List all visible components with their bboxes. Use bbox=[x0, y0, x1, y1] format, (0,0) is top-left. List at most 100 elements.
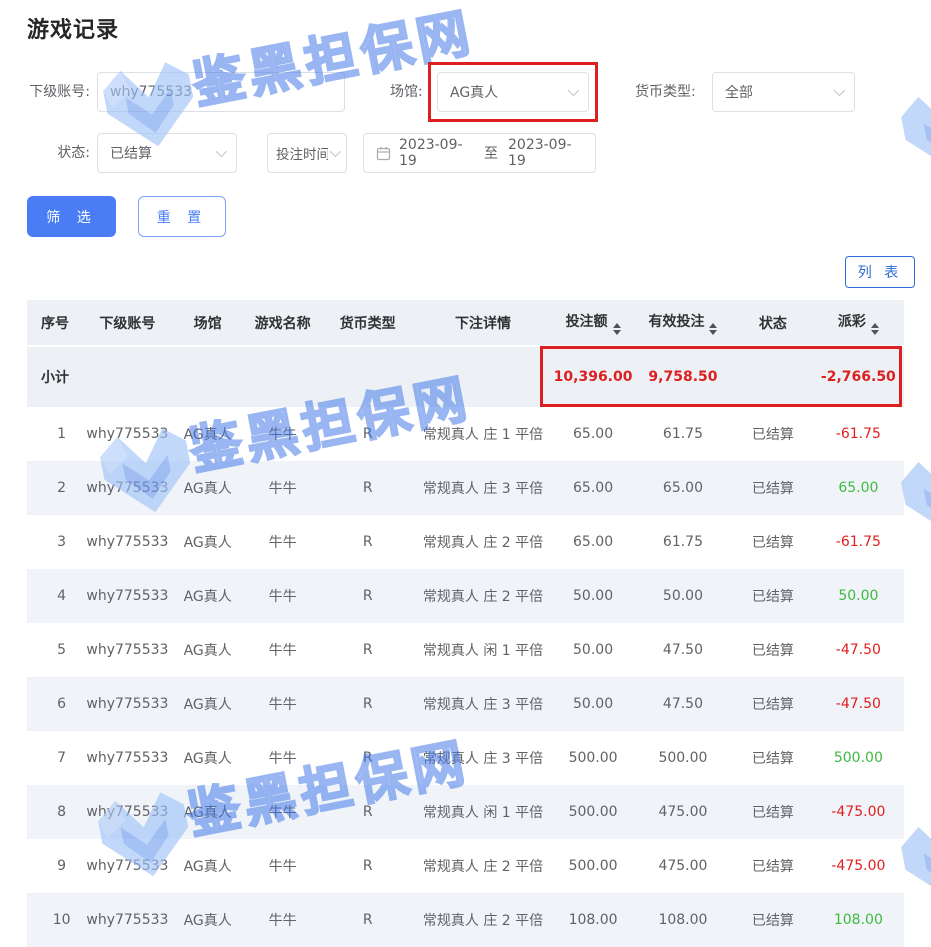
cell-account: why775533 bbox=[82, 569, 172, 623]
subtotal-payout: -2,766.50 bbox=[813, 345, 904, 407]
subtotal-row: 小计 10,396.00 9,758.50 -2,766.50 bbox=[27, 345, 904, 407]
currency-select[interactable]: 全部 bbox=[712, 72, 855, 112]
header-currency: 货币类型 bbox=[323, 300, 413, 345]
cell-detail: 常规真人 闲 1 平倍 bbox=[413, 623, 553, 677]
time-type-value: 投注时间 bbox=[276, 143, 328, 163]
date-to[interactable]: 2023-09-19 bbox=[508, 137, 583, 169]
cell-valid: 61.75 bbox=[633, 407, 733, 461]
cell-account: why775533 bbox=[82, 677, 172, 731]
chevron-down-icon bbox=[330, 146, 341, 157]
cell-currency: R bbox=[323, 839, 413, 893]
cell-valid: 108.00 bbox=[633, 893, 733, 947]
watermark-logo-icon bbox=[883, 68, 931, 191]
cell-payout: 65.00 bbox=[813, 461, 904, 515]
list-view-button[interactable]: 列 表 bbox=[845, 256, 915, 288]
cell-currency: R bbox=[323, 785, 413, 839]
table-row: 1 why775533 AG真人 牛牛 R 常规真人 庄 1 平倍 65.00 … bbox=[27, 407, 904, 461]
cell-account: why775533 bbox=[82, 461, 172, 515]
cell-seq: 4 bbox=[27, 569, 82, 623]
cell-detail: 常规真人 庄 3 平倍 bbox=[413, 731, 553, 785]
cell-account: why775533 bbox=[82, 785, 172, 839]
cell-detail: 常规真人 闲 1 平倍 bbox=[413, 785, 553, 839]
chevron-down-icon bbox=[834, 85, 845, 96]
header-valid[interactable]: 有效投注 bbox=[633, 300, 733, 345]
cell-status: 已结算 bbox=[733, 893, 813, 947]
cell-game: 牛牛 bbox=[243, 623, 323, 677]
account-input[interactable]: why775533 bbox=[97, 72, 345, 112]
cell-venue: AG真人 bbox=[173, 407, 243, 461]
cell-detail: 常规真人 庄 2 平倍 bbox=[413, 515, 553, 569]
cell-detail: 常规真人 庄 3 平倍 bbox=[413, 461, 553, 515]
cell-payout: -61.75 bbox=[813, 515, 904, 569]
sort-icon[interactable] bbox=[709, 323, 717, 335]
calendar-icon bbox=[376, 146, 391, 161]
cell-currency: R bbox=[323, 569, 413, 623]
cell-valid: 61.75 bbox=[633, 515, 733, 569]
cell-venue: AG真人 bbox=[173, 569, 243, 623]
cell-bet: 500.00 bbox=[553, 839, 633, 893]
cell-seq: 5 bbox=[27, 623, 82, 677]
time-type-select[interactable]: 投注时间 bbox=[267, 133, 347, 173]
table-row: 10 why775533 AG真人 牛牛 R 常规真人 庄 2 平倍 108.0… bbox=[27, 893, 904, 947]
header-venue: 场馆 bbox=[173, 300, 243, 345]
cell-valid: 500.00 bbox=[633, 731, 733, 785]
cell-seq: 9 bbox=[27, 839, 82, 893]
header-account: 下级账号 bbox=[82, 300, 172, 345]
records-table: 序号 下级账号 场馆 游戏名称 货币类型 下注详情 投注额 有效投注 状态 派彩… bbox=[27, 300, 904, 947]
cell-currency: R bbox=[323, 407, 413, 461]
cell-status: 已结算 bbox=[733, 839, 813, 893]
sort-icon[interactable] bbox=[871, 323, 879, 335]
cell-venue: AG真人 bbox=[173, 623, 243, 677]
currency-value: 全部 bbox=[725, 82, 828, 102]
cell-currency: R bbox=[323, 515, 413, 569]
header-bet[interactable]: 投注额 bbox=[553, 300, 633, 345]
subtotal-label: 小计 bbox=[27, 345, 553, 407]
cell-currency: R bbox=[323, 893, 413, 947]
cell-bet: 500.00 bbox=[553, 785, 633, 839]
header-payout[interactable]: 派彩 bbox=[813, 300, 904, 345]
date-range-picker[interactable]: 2023-09-19 至 2023-09-19 bbox=[363, 133, 596, 173]
cell-valid: 475.00 bbox=[633, 839, 733, 893]
cell-status: 已结算 bbox=[733, 731, 813, 785]
status-select[interactable]: 已结算 bbox=[97, 133, 237, 173]
page-title: 游戏记录 bbox=[27, 12, 119, 44]
cell-bet: 108.00 bbox=[553, 893, 633, 947]
cell-venue: AG真人 bbox=[173, 461, 243, 515]
cell-bet: 50.00 bbox=[553, 623, 633, 677]
cell-currency: R bbox=[323, 731, 413, 785]
venue-select[interactable]: AG真人 bbox=[437, 72, 589, 112]
cell-game: 牛牛 bbox=[243, 731, 323, 785]
cell-seq: 7 bbox=[27, 731, 82, 785]
filter-button[interactable]: 筛 选 bbox=[27, 196, 116, 237]
cell-game: 牛牛 bbox=[243, 785, 323, 839]
table-row: 4 why775533 AG真人 牛牛 R 常规真人 庄 2 平倍 50.00 … bbox=[27, 569, 904, 623]
subtotal-bet: 10,396.00 bbox=[553, 345, 633, 407]
cell-bet: 65.00 bbox=[553, 515, 633, 569]
cell-account: why775533 bbox=[82, 731, 172, 785]
watermark: 鉴黑担保网 bbox=[883, 15, 931, 191]
cell-valid: 475.00 bbox=[633, 785, 733, 839]
table-row: 6 why775533 AG真人 牛牛 R 常规真人 庄 3 平倍 50.00 … bbox=[27, 677, 904, 731]
cell-detail: 常规真人 庄 2 平倍 bbox=[413, 839, 553, 893]
chevron-down-icon bbox=[216, 146, 227, 157]
reset-button[interactable]: 重 置 bbox=[138, 196, 226, 237]
cell-valid: 47.50 bbox=[633, 623, 733, 677]
header-game: 游戏名称 bbox=[243, 300, 323, 345]
cell-detail: 常规真人 庄 2 平倍 bbox=[413, 569, 553, 623]
cell-valid: 50.00 bbox=[633, 569, 733, 623]
cell-game: 牛牛 bbox=[243, 839, 323, 893]
cell-venue: AG真人 bbox=[173, 785, 243, 839]
cell-currency: R bbox=[323, 623, 413, 677]
table-row: 7 why775533 AG真人 牛牛 R 常规真人 庄 3 平倍 500.00… bbox=[27, 731, 904, 785]
cell-status: 已结算 bbox=[733, 569, 813, 623]
cell-currency: R bbox=[323, 461, 413, 515]
cell-account: why775533 bbox=[82, 839, 172, 893]
chevron-down-icon bbox=[568, 85, 579, 96]
sort-icon[interactable] bbox=[613, 323, 621, 335]
status-label: 状态: bbox=[20, 133, 90, 173]
cell-seq: 3 bbox=[27, 515, 82, 569]
table-row: 8 why775533 AG真人 牛牛 R 常规真人 闲 1 平倍 500.00… bbox=[27, 785, 904, 839]
cell-detail: 常规真人 庄 2 平倍 bbox=[413, 893, 553, 947]
cell-currency: R bbox=[323, 677, 413, 731]
date-from[interactable]: 2023-09-19 bbox=[399, 137, 474, 169]
